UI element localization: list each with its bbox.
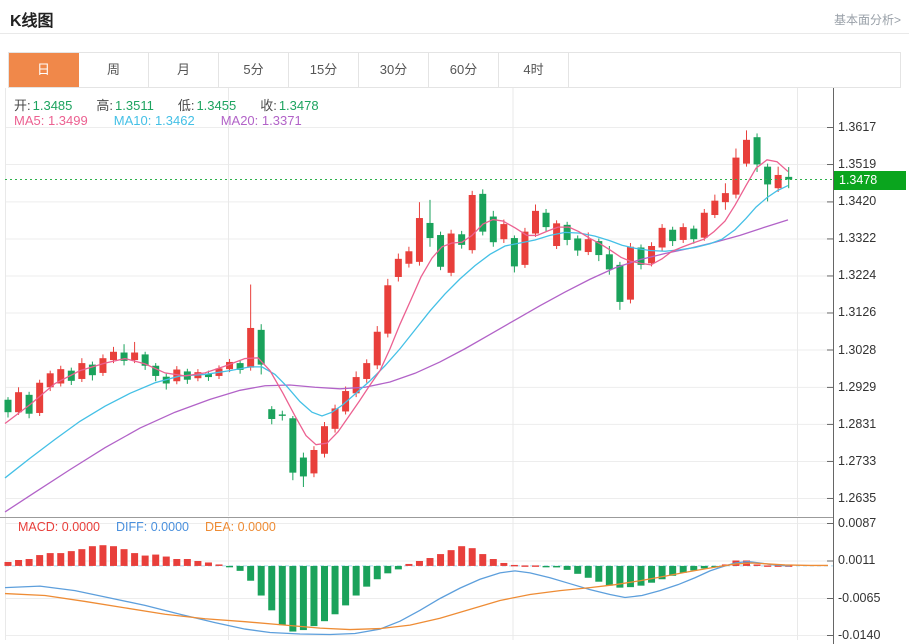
price-axis-label: 1.3617 [838, 120, 876, 134]
price-axis-label: 1.2831 [838, 417, 876, 431]
kline-chart-canvas[interactable] [0, 88, 909, 644]
tab-week[interactable]: 周 [79, 53, 149, 87]
ma5-line [5, 160, 788, 445]
ma-legend-row: MA5: 1.3499 MA10: 1.3462 MA20: 1.3371 [14, 113, 302, 128]
macd-legend: MACD: 0.0000 [18, 520, 100, 534]
price-axis-label: 1.3028 [838, 343, 876, 357]
gridlines [5, 88, 833, 640]
header-divider [0, 33, 909, 34]
price-axis-label: 1.3519 [838, 157, 876, 171]
tab-4hour[interactable]: 4时 [499, 53, 569, 87]
macd-axis-label: 0.0011 [838, 553, 875, 567]
current-price-badge: 1.3478 [834, 171, 906, 190]
kline-widget: K线图 基本面分析> 日周月5分15分30分60分4时 开:1.3485 高:1… [0, 0, 909, 644]
period-tab-bar: 日周月5分15分30分60分4时 [8, 52, 901, 88]
ma20-legend: MA20: 1.3371 [221, 113, 302, 128]
close-value: 收:1.3478 [260, 95, 318, 114]
price-axis-label: 1.2635 [838, 491, 876, 505]
ma10-legend: MA10: 1.3462 [114, 113, 195, 128]
macd-histogram [5, 545, 793, 631]
fundamental-analysis-link[interactable]: 基本面分析> [834, 11, 901, 28]
price-axis-label: 1.3322 [838, 231, 876, 245]
tab-month[interactable]: 月 [149, 53, 219, 87]
diff-legend: DIFF: 0.0000 [116, 520, 189, 534]
open-value: 开:1.3485 [14, 95, 72, 114]
macd-legend-row: MACD: 0.0000 DIFF: 0.0000 DEA: 0.0000 [18, 520, 276, 534]
tab-30min[interactable]: 30分 [359, 53, 429, 87]
tab-60min[interactable]: 60分 [429, 53, 499, 87]
macd-axis-label: -0.0065 [838, 591, 880, 605]
page-title: K线图 [10, 7, 54, 31]
axis-ticks [827, 128, 833, 636]
price-axis-label: 1.3224 [838, 268, 876, 282]
tab-5min[interactable]: 5分 [219, 53, 289, 87]
price-axis-label: 1.2733 [838, 454, 876, 468]
price-axis-label: 1.3126 [838, 305, 876, 319]
ohlc-info-row: 开:1.3485 高:1.3511 低:1.3455 收:1.3478 [14, 95, 319, 114]
ma5-legend: MA5: 1.3499 [14, 113, 88, 128]
dea-legend: DEA: 0.0000 [205, 520, 276, 534]
price-axis-label: 1.2929 [838, 380, 876, 394]
macd-axis-label: 0.0087 [838, 516, 876, 530]
high-value: 高:1.3511 [96, 95, 153, 114]
candlestick-layer [5, 130, 793, 487]
price-axis-label: 1.3420 [838, 194, 876, 208]
low-value: 低:1.3455 [178, 95, 236, 114]
tab-day[interactable]: 日 [9, 53, 79, 87]
macd-axis-label: -0.0140 [838, 628, 880, 642]
tab-15min[interactable]: 15分 [289, 53, 359, 87]
